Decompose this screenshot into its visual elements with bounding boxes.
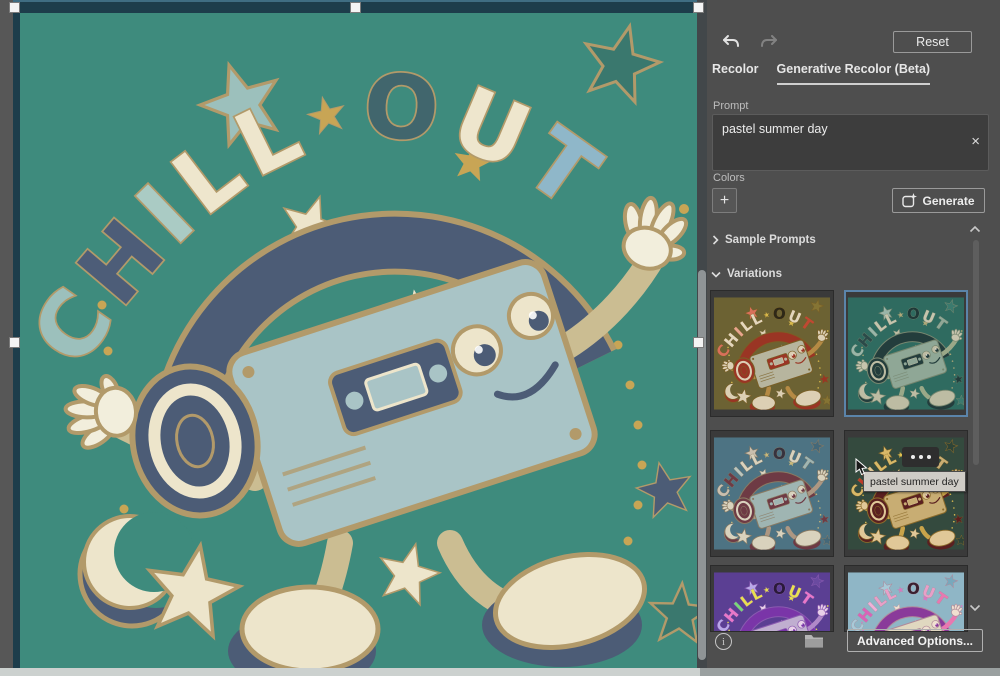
sample-prompts-section[interactable]: Sample Prompts bbox=[712, 234, 816, 246]
artwork-canvas[interactable] bbox=[20, 13, 697, 668]
reset-button[interactable]: Reset bbox=[893, 31, 972, 53]
sample-prompts-label: Sample Prompts bbox=[725, 234, 816, 246]
scroll-up-icon[interactable] bbox=[969, 225, 981, 233]
window-bottom-edge bbox=[700, 668, 1000, 676]
prompt-value: pastel summer day bbox=[722, 122, 828, 136]
recolor-tabs: Recolor Generative Recolor (Beta) bbox=[712, 62, 930, 85]
variation-thumb-3[interactable] bbox=[710, 430, 834, 557]
tab-generative-recolor[interactable]: Generative Recolor (Beta) bbox=[777, 62, 931, 85]
document-horizontal-scrollbar[interactable] bbox=[0, 668, 700, 676]
generate-icon bbox=[902, 193, 917, 208]
variation-thumb-1[interactable] bbox=[710, 290, 834, 417]
illustrator-window: CHILL★OUT Reset Recolor Generat bbox=[0, 0, 1000, 676]
more-options-button[interactable] bbox=[902, 447, 939, 467]
cursor-icon bbox=[855, 458, 869, 476]
generate-label: Generate bbox=[922, 194, 974, 208]
generative-recolor-panel: Reset Recolor Generative Recolor (Beta) … bbox=[707, 0, 1000, 668]
selection-handle-top-right[interactable] bbox=[693, 2, 704, 13]
variation-thumb-2[interactable] bbox=[844, 290, 968, 417]
selection-handle-mid-right[interactable] bbox=[693, 337, 704, 348]
add-color-button[interactable]: + bbox=[712, 188, 737, 213]
document-vertical-scrollbar[interactable] bbox=[697, 0, 707, 668]
prompt-label: Prompt bbox=[713, 100, 748, 112]
prompt-input[interactable]: pastel summer day × bbox=[712, 114, 989, 171]
info-icon[interactable]: i bbox=[715, 633, 732, 650]
generate-button[interactable]: Generate bbox=[892, 188, 985, 213]
redo-icon bbox=[760, 34, 778, 50]
panel-scrollbar-thumb[interactable] bbox=[973, 240, 979, 465]
tooltip: pastel summer day bbox=[863, 471, 966, 492]
chevron-right-icon bbox=[712, 235, 719, 245]
redo-button[interactable] bbox=[756, 30, 782, 54]
chevron-down-icon bbox=[711, 271, 721, 278]
scroll-down-icon[interactable] bbox=[969, 604, 981, 612]
artboard bbox=[13, 0, 700, 668]
selection-handle-top-left[interactable] bbox=[9, 2, 20, 13]
folder-icon[interactable] bbox=[804, 633, 824, 648]
variations-section[interactable]: Variations bbox=[711, 268, 782, 280]
undo-icon bbox=[722, 34, 740, 50]
variation-thumb-6[interactable] bbox=[844, 565, 968, 632]
undo-button[interactable] bbox=[718, 30, 744, 54]
document-scrollbar-thumb[interactable] bbox=[698, 270, 706, 660]
advanced-options-button[interactable]: Advanced Options... bbox=[847, 629, 983, 652]
selection-handle-top-center[interactable] bbox=[350, 2, 361, 13]
variation-thumb-5[interactable] bbox=[710, 565, 834, 632]
selection-handle-mid-left[interactable] bbox=[9, 337, 20, 348]
tab-recolor[interactable]: Recolor bbox=[712, 62, 759, 85]
colors-label: Colors bbox=[713, 172, 745, 184]
clear-prompt-icon[interactable]: × bbox=[971, 134, 980, 149]
variations-label: Variations bbox=[727, 268, 782, 280]
ellipsis-icon bbox=[911, 455, 915, 459]
